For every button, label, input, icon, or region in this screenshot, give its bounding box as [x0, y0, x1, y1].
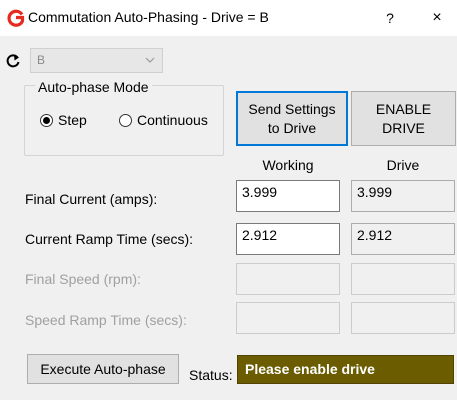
final-speed-drive-value — [351, 263, 455, 295]
step-radio-label[interactable]: Step — [58, 112, 87, 128]
enable-drive-label-line1: ENABLE — [375, 100, 432, 117]
drive-column-header: Drive — [386, 157, 420, 173]
help-button[interactable]: ? — [378, 6, 402, 30]
current-ramp-label: Current Ramp Time (secs): — [25, 231, 194, 247]
status-display: Please enable drive — [237, 355, 454, 384]
speed-ramp-drive-value — [351, 302, 455, 334]
speed-ramp-label: Speed Ramp Time (secs): — [25, 312, 187, 328]
app-logo-icon — [7, 9, 25, 27]
refresh-icon[interactable] — [5, 53, 21, 69]
continuous-radio[interactable] — [119, 114, 132, 127]
final-speed-working-input[interactable] — [236, 263, 340, 295]
current-ramp-working-input[interactable]: 2.912 — [236, 223, 340, 255]
drive-select-value: B — [37, 53, 46, 67]
speed-ramp-working-input[interactable] — [236, 302, 340, 334]
enable-drive-button[interactable]: ENABLE DRIVE — [351, 91, 456, 146]
send-settings-label-line1: Send Settings — [248, 100, 336, 117]
final-current-working-input[interactable]: 3.999 — [236, 180, 340, 212]
window-title: Commutation Auto-Phasing - Drive = B — [28, 9, 269, 25]
step-radio[interactable] — [40, 114, 53, 127]
continuous-radio-label[interactable]: Continuous — [137, 112, 208, 128]
current-ramp-drive-value: 2.912 — [351, 223, 455, 255]
status-label: Status: — [189, 367, 233, 383]
chevron-down-icon — [145, 57, 155, 63]
final-speed-label: Final Speed (rpm): — [25, 271, 141, 287]
final-current-label: Final Current (amps): — [25, 191, 158, 207]
send-settings-label-line2: to Drive — [267, 119, 317, 136]
drive-select[interactable]: B — [30, 48, 163, 73]
working-column-header: Working — [262, 157, 314, 173]
execute-auto-phase-button[interactable]: Execute Auto-phase — [27, 354, 179, 384]
close-button[interactable]: × — [425, 6, 449, 30]
enable-drive-label-line2: DRIVE — [382, 119, 425, 136]
send-settings-button[interactable]: Send Settings to Drive — [236, 91, 348, 146]
title-bar: Commutation Auto-Phasing - Drive = B ? × — [0, 0, 457, 36]
final-current-drive-value: 3.999 — [351, 180, 455, 212]
auto-phase-mode-legend: Auto-phase Mode — [35, 79, 152, 95]
